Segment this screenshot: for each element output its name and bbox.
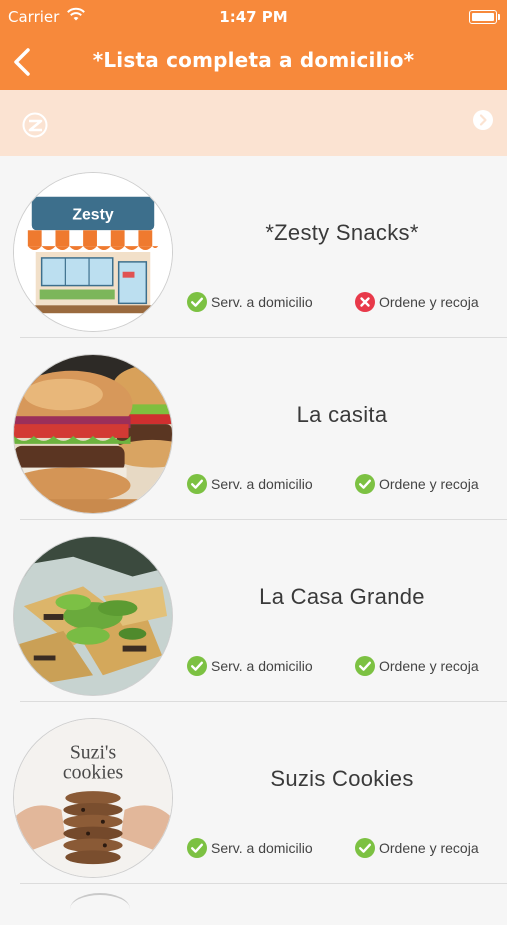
delivery-status: Serv. a domicilio [187, 656, 313, 676]
restaurant-row[interactable]: La Casa Grande Serv. a domicilio Ordene … [0, 520, 507, 702]
battery-icon [469, 10, 500, 24]
check-circle-icon [187, 838, 207, 858]
zesty-sign: Zesty [72, 206, 113, 223]
check-circle-icon [187, 292, 207, 312]
burger-photo [13, 354, 173, 514]
delivery-label: Serv. a domicilio [211, 294, 313, 310]
chevron-right-circle-icon[interactable] [472, 109, 494, 135]
storefront-icon: Zesty [13, 172, 173, 332]
cookies-photo: Suzi's cookies [13, 718, 173, 878]
delivery-status: Serv. a domicilio [187, 292, 313, 312]
pickup-status: Ordene y recoja [355, 838, 479, 858]
row-divider [20, 883, 507, 884]
restaurant-name: La casita [296, 402, 388, 427]
restaurant-name: La Casa Grande [259, 584, 425, 609]
delivery-status: Serv. a domicilio [187, 838, 313, 858]
pickup-label: Ordene y recoja [379, 840, 479, 856]
suzis-logo-line1: Suzi's [70, 742, 116, 764]
check-circle-icon [355, 656, 375, 676]
pickup-status: Ordene y recoja [355, 292, 479, 312]
pickup-label: Ordene y recoja [379, 294, 479, 310]
cross-circle-icon [355, 292, 375, 312]
check-circle-icon [355, 838, 375, 858]
restaurant-row[interactable]: La casita Serv. a domicilio Ordene y rec… [0, 338, 507, 520]
pickup-label: Ordene y recoja [379, 476, 479, 492]
restaurant-name: Suzis Cookies [270, 766, 414, 791]
promo-banner[interactable] [0, 90, 507, 156]
status-bar: Carrier 1:47 PM [0, 0, 507, 34]
pickup-status: Ordene y recoja [355, 474, 479, 494]
check-circle-icon [187, 656, 207, 676]
restaurant-list: Zesty *Zesty Snacks* Serv. a domicilio O… [0, 156, 507, 884]
delivery-status: Serv. a domicilio [187, 474, 313, 494]
check-circle-icon [187, 474, 207, 494]
restaurant-row[interactable]: Zesty *Zesty Snacks* Serv. a domicilio O… [0, 156, 507, 338]
status-time: 1:47 PM [219, 8, 288, 26]
restaurant-row[interactable]: Suzi's cookies Suzis Cookies Serv. a dom… [0, 702, 507, 884]
delivery-label: Serv. a domicilio [211, 840, 313, 856]
check-circle-icon [355, 474, 375, 494]
suzis-logo-line2: cookies [63, 761, 123, 783]
nachos-photo [13, 536, 173, 696]
nav-bar: *Lista completa a domicilio* [0, 34, 507, 90]
page-title: *Lista completa a domicilio* [92, 48, 415, 72]
pickup-status: Ordene y recoja [355, 656, 479, 676]
zesty-logo-icon [22, 112, 48, 142]
delivery-label: Serv. a domicilio [211, 476, 313, 492]
next-thumbnail-edge [70, 893, 130, 925]
restaurant-name: *Zesty Snacks* [265, 220, 419, 245]
delivery-label: Serv. a domicilio [211, 658, 313, 674]
pickup-label: Ordene y recoja [379, 658, 479, 674]
